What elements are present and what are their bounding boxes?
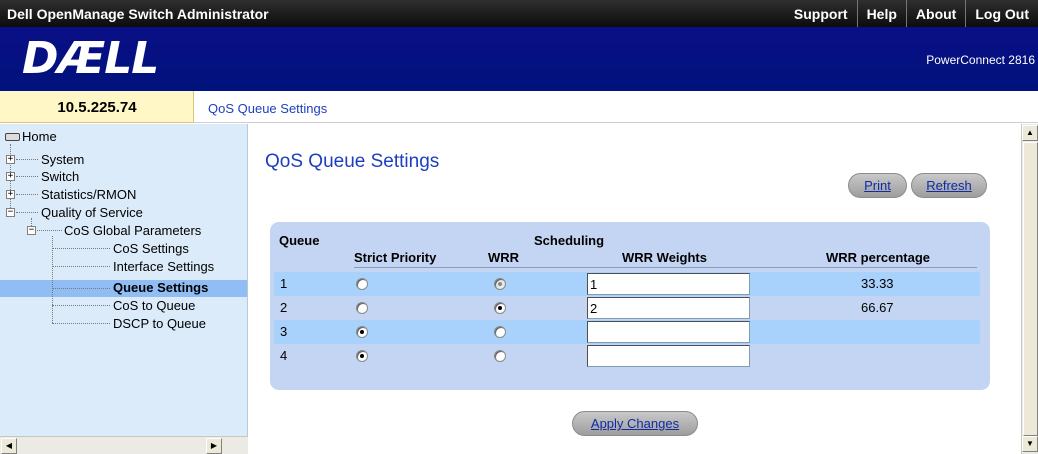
tree-item-statistics[interactable]: Statistics/RMON bbox=[41, 187, 136, 202]
expand-plus-icon[interactable]: + bbox=[6, 190, 15, 199]
logout-link[interactable]: Log Out bbox=[965, 0, 1038, 27]
about-link[interactable]: About bbox=[905, 0, 965, 27]
tree-item-queue-settings[interactable]: Queue Settings bbox=[113, 280, 208, 295]
wrr-percentage-header: WRR percentage bbox=[826, 250, 931, 265]
queue-number: 4 bbox=[280, 348, 288, 363]
tree-item-cos-to-queue[interactable]: CoS to Queue bbox=[113, 298, 195, 313]
wrr-weight-input[interactable]: 2 bbox=[587, 297, 750, 319]
tree-item-home[interactable]: Home bbox=[22, 129, 57, 144]
strict-priority-radio[interactable] bbox=[356, 350, 368, 362]
banner: DÆLL PowerConnect 2816 bbox=[0, 27, 1038, 91]
tree-item-dscp-to-queue[interactable]: DSCP to Queue bbox=[113, 316, 206, 331]
dell-logo: DÆLL bbox=[22, 33, 159, 84]
device-ip: 10.5.225.74 bbox=[57, 99, 137, 116]
strict-priority-radio[interactable] bbox=[356, 326, 368, 338]
wrr-radio[interactable] bbox=[494, 326, 506, 338]
tree-connector bbox=[52, 323, 110, 324]
top-bar: Dell OpenManage Switch Administrator Sup… bbox=[0, 0, 1038, 27]
wrr-weight-input[interactable]: 1 bbox=[587, 273, 750, 295]
tree-item-interface-settings[interactable]: Interface Settings bbox=[113, 259, 214, 274]
tree-connector bbox=[52, 305, 110, 306]
queue-number: 2 bbox=[280, 300, 288, 315]
support-link[interactable]: Support bbox=[785, 0, 857, 27]
tree-connector bbox=[52, 266, 110, 267]
page-title: QoS Queue Settings bbox=[265, 151, 440, 172]
collapse-minus-icon[interactable]: − bbox=[27, 226, 36, 235]
queue-number: 3 bbox=[280, 324, 288, 339]
tree-line bbox=[52, 236, 53, 323]
expand-plus-icon[interactable]: + bbox=[6, 155, 15, 164]
wrr-header: WRR bbox=[488, 250, 520, 265]
main-vertical-scrollbar[interactable]: ▲ ▼ bbox=[1021, 124, 1038, 454]
scroll-left-arrow-icon[interactable]: ◀ bbox=[1, 438, 17, 454]
header-divider bbox=[354, 267, 977, 268]
tree-connector bbox=[37, 230, 62, 231]
scroll-up-arrow-icon[interactable]: ▲ bbox=[1022, 125, 1038, 141]
home-drive-icon bbox=[5, 133, 20, 141]
tree-item-switch[interactable]: Switch bbox=[41, 169, 79, 184]
breadcrumb: QoS Queue Settings bbox=[208, 101, 328, 116]
tree-connector bbox=[52, 288, 110, 289]
queue-number: 1 bbox=[280, 276, 288, 291]
collapse-minus-icon[interactable]: − bbox=[6, 208, 15, 217]
app-title: Dell OpenManage Switch Administrator bbox=[7, 6, 269, 22]
tree-item-cos-global-parameters[interactable]: CoS Global Parameters bbox=[64, 223, 201, 238]
tree-connector bbox=[52, 248, 110, 249]
wrr-radio[interactable] bbox=[494, 350, 506, 362]
sidebar-horizontal-scrollbar[interactable]: ◀ ▶ bbox=[0, 436, 248, 454]
sidebar-tree: Home + System + Switch + Statistics/RMON… bbox=[0, 124, 248, 454]
strict-priority-header: Strict Priority bbox=[354, 250, 437, 265]
breadcrumb-bar: QoS Queue Settings bbox=[194, 91, 1038, 123]
tree-connector bbox=[16, 176, 38, 177]
strict-priority-radio[interactable] bbox=[356, 302, 368, 314]
wrr-percentage-value: 33.33 bbox=[861, 276, 894, 291]
help-link[interactable]: Help bbox=[856, 0, 906, 27]
wrr-radio[interactable] bbox=[494, 302, 506, 314]
tree-connector bbox=[16, 194, 38, 195]
wrr-weight-input[interactable] bbox=[587, 345, 750, 367]
queue-settings-table: Queue Scheduling Strict Priority WRR WRR… bbox=[270, 222, 990, 390]
tree-item-quality-of-service[interactable]: Quality of Service bbox=[41, 205, 143, 220]
wrr-percentage-value: 66.67 bbox=[861, 300, 894, 315]
wrr-weights-header: WRR Weights bbox=[622, 250, 707, 265]
main-content: QoS Queue Settings Print Refresh Queue S… bbox=[249, 124, 1021, 454]
wrr-weight-input[interactable] bbox=[587, 321, 750, 343]
wrr-radio bbox=[494, 278, 506, 290]
tree-item-system[interactable]: System bbox=[41, 152, 84, 167]
top-nav: Support Help About Log Out bbox=[785, 0, 1038, 27]
scroll-down-arrow-icon[interactable]: ▼ bbox=[1022, 436, 1038, 452]
refresh-button[interactable]: Refresh bbox=[911, 173, 987, 198]
apply-changes-button[interactable]: Apply Changes bbox=[572, 411, 698, 436]
strict-priority-radio[interactable] bbox=[356, 278, 368, 290]
expand-plus-icon[interactable]: + bbox=[6, 172, 15, 181]
scroll-right-arrow-icon[interactable]: ▶ bbox=[206, 438, 222, 454]
tree-connector bbox=[16, 212, 38, 213]
print-button[interactable]: Print bbox=[848, 173, 907, 198]
scheduling-header: Scheduling bbox=[534, 233, 605, 248]
device-ip-bar: 10.5.225.74 bbox=[0, 91, 194, 123]
queue-column-header: Queue bbox=[279, 233, 320, 248]
tree-item-cos-settings[interactable]: CoS Settings bbox=[113, 241, 189, 256]
tree-connector bbox=[16, 159, 38, 160]
product-name: PowerConnect 2816 bbox=[926, 53, 1035, 67]
scrollbar-thumb[interactable] bbox=[1023, 142, 1038, 436]
